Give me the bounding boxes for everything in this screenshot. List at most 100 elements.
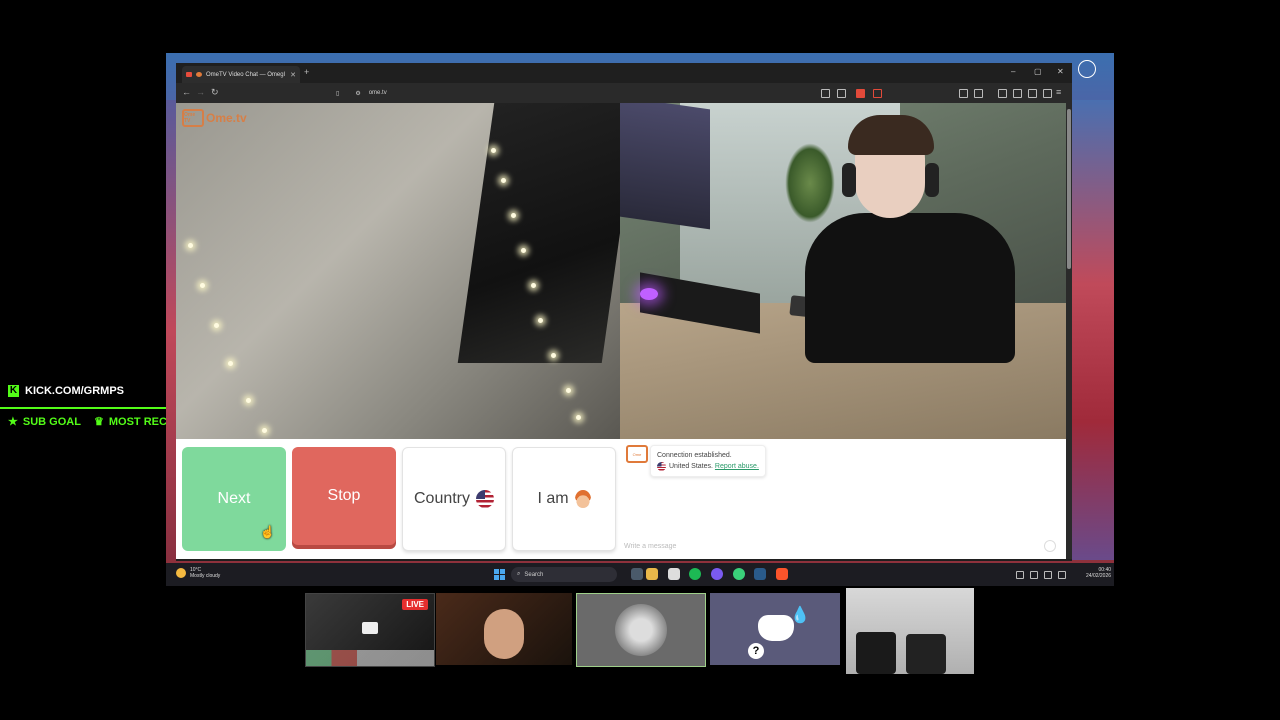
fairy-light	[491, 148, 496, 153]
boy-avatar-icon	[574, 490, 591, 508]
chair-shape	[856, 632, 896, 674]
chair-shape	[906, 634, 946, 674]
message-input[interactable]: Write a message	[624, 539, 1060, 553]
sub-goal-text: SUB GOAL	[22, 415, 81, 428]
fairy-light	[200, 283, 205, 288]
connection-status: Connection established.	[657, 452, 732, 459]
microphone-icon[interactable]	[1030, 571, 1038, 579]
store-icon[interactable]	[668, 568, 680, 580]
chat-panel: Ome Connection established. United State…	[620, 439, 1066, 559]
task-view-icon[interactable]	[631, 568, 643, 580]
emoji-icon[interactable]	[1044, 540, 1056, 552]
url-field[interactable]: ▯ ⚙ ome.tv	[336, 86, 796, 100]
us-flag-icon	[476, 490, 495, 508]
video-headphone	[925, 163, 939, 197]
taskbar-clock[interactable]: 00:40 24/02/2026	[1086, 567, 1111, 579]
share-icon[interactable]	[837, 89, 846, 98]
sweat-drop-icon: 💧	[790, 607, 810, 624]
close-window-button[interactable]: ✕	[1057, 67, 1064, 76]
page-scrollbar[interactable]	[1066, 103, 1072, 559]
gender-button[interactable]: I am	[512, 447, 616, 551]
extensions-icon[interactable]	[959, 89, 968, 98]
search-label: Search	[524, 571, 544, 578]
clock-date: 24/02/2026	[1086, 573, 1112, 579]
live-badge: LIVE	[402, 599, 428, 610]
room-thumbnail	[846, 588, 974, 674]
fairy-light	[214, 323, 219, 328]
spotify-icon[interactable]	[689, 568, 701, 580]
tab-ometv[interactable]: OmeTV Video Chat — Omegl ✕	[182, 66, 300, 83]
file-explorer-icon[interactable]	[646, 568, 658, 580]
fairy-light	[531, 283, 536, 288]
scrollbar-thumb[interactable]	[1067, 109, 1071, 269]
discord-taskbar-icon[interactable]	[711, 568, 723, 580]
taskbar-search[interactable]: ⌕ Search	[511, 567, 617, 582]
screen-share-icon[interactable]	[821, 89, 830, 98]
self-video	[620, 103, 1066, 439]
fairy-light	[551, 353, 556, 358]
browser-window: OmeTV Video Chat — Omegl ✕ + – ▢ ✕ ← → ↻…	[176, 63, 1072, 561]
windows-start-icon[interactable]	[494, 569, 505, 580]
minimize-button[interactable]: –	[1011, 67, 1015, 76]
sidebar-icon[interactable]	[974, 89, 983, 98]
avatar-thumbnail	[576, 593, 706, 667]
stream-thumbnail-1: LIVE	[305, 593, 435, 667]
video-plant	[785, 143, 835, 223]
tab-bar: OmeTV Video Chat — Omegl ✕ + – ▢ ✕	[176, 63, 1072, 83]
forward-icon[interactable]: →	[196, 87, 205, 97]
video-rgb-light	[640, 288, 658, 300]
split-view-icon[interactable]	[998, 89, 1007, 98]
brave-browser-icon[interactable]	[776, 568, 788, 580]
country-label: Country	[413, 490, 471, 507]
report-abuse-link[interactable]: Report abuse.	[715, 463, 759, 470]
new-tab-button[interactable]: +	[304, 67, 309, 77]
rewards-icon[interactable]	[873, 89, 882, 98]
pointer-cursor-icon: ☝	[260, 525, 275, 539]
us-flag-icon	[657, 461, 666, 471]
bookmark-icon[interactable]: ▯	[336, 90, 339, 97]
fairy-light	[511, 213, 516, 218]
mini-ui-preview	[306, 650, 434, 666]
brave-shield-icon[interactable]	[856, 89, 865, 98]
discord-thumbnail: 💧 ?	[710, 593, 840, 665]
sub-goal-label: ★ SUB GOAL	[8, 415, 81, 429]
volume-icon[interactable]	[1058, 571, 1066, 579]
wallet-icon[interactable]	[1013, 89, 1022, 98]
fairy-light	[576, 415, 581, 420]
stop-label: Stop	[327, 487, 361, 504]
video-monitor	[620, 103, 710, 230]
stop-button[interactable]: Stop	[292, 447, 396, 545]
youtube-favicon-icon	[186, 72, 192, 77]
question-icon: ?	[748, 643, 764, 659]
kick-logo-icon: K	[8, 385, 19, 397]
menu-icon[interactable]: ≡	[1056, 87, 1061, 97]
back-icon[interactable]: ←	[182, 87, 191, 97]
steam-icon[interactable]	[754, 568, 766, 580]
stranger-video: Ome TV Ome.tv	[176, 103, 620, 439]
crown-icon: ♛	[94, 416, 104, 428]
ometv-tv-icon: Ome TV	[182, 109, 204, 127]
app-icon[interactable]	[733, 568, 745, 580]
vpn-icon[interactable]	[1028, 89, 1037, 98]
windows-taskbar: 10°C Mostly cloudy ⌕ Search 00:40 24/02/…	[166, 563, 1114, 586]
site-info-icon[interactable]: ⚙	[355, 90, 360, 97]
fairy-light	[501, 178, 506, 183]
country-button[interactable]: Country	[402, 447, 506, 551]
weather-widget[interactable]: 10°C Mostly cloudy	[176, 567, 220, 579]
tray-chevron-icon[interactable]	[1016, 571, 1024, 579]
gender-label: I am	[537, 490, 569, 507]
stranger-country: United States.	[669, 463, 713, 470]
discord-logo-icon	[758, 615, 794, 641]
fairy-light	[188, 243, 193, 248]
vpn-shield-icon[interactable]	[1043, 89, 1052, 98]
tab-close-icon[interactable]: ✕	[290, 71, 296, 79]
reload-icon[interactable]: ↻	[211, 87, 219, 98]
network-icon[interactable]	[1044, 571, 1052, 579]
video-headphone	[842, 163, 856, 197]
maximize-button[interactable]: ▢	[1034, 67, 1042, 76]
chat-bubble-icon	[362, 622, 378, 634]
partly-cloudy-icon	[176, 568, 186, 578]
ometv-favicon-icon	[196, 72, 202, 77]
desktop-shortcut-icon[interactable]	[1078, 60, 1096, 78]
search-icon: ⌕	[517, 571, 521, 577]
